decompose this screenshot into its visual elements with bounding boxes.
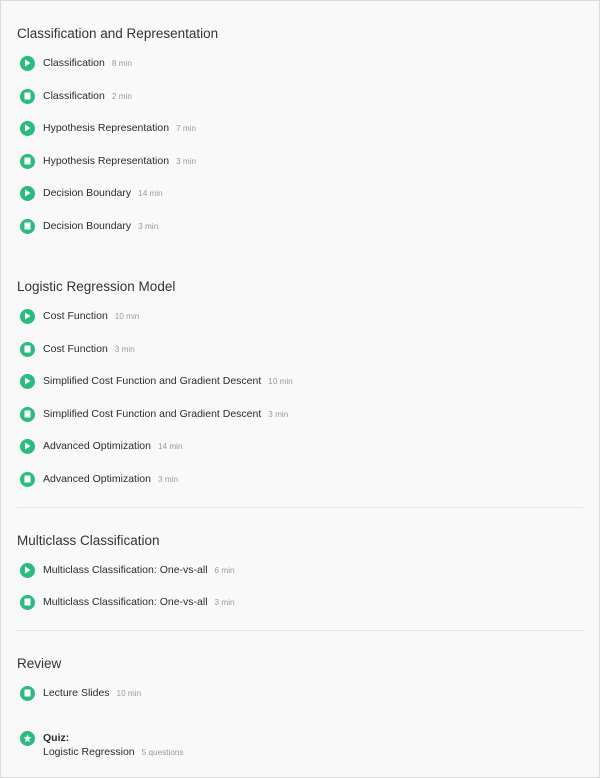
reading-icon xyxy=(20,471,35,487)
lesson-duration: 14 min xyxy=(138,188,163,198)
lesson-duration: 3 min xyxy=(176,156,197,166)
lesson-label: Cost Function xyxy=(43,343,108,355)
lesson-label: Classification xyxy=(43,57,105,69)
section-title: Review xyxy=(17,656,62,671)
reading-icon xyxy=(20,685,35,701)
reading-icon xyxy=(20,406,35,422)
play-icon xyxy=(20,562,35,578)
quiz-item[interactable]: Quiz: Logistic Regression 5 questions xyxy=(17,729,317,763)
lesson-item-video[interactable]: Classification 8 min xyxy=(17,53,583,73)
lesson-duration: 14 min xyxy=(157,441,183,451)
lesson-item-video[interactable]: Advanced Optimization 14 min xyxy=(17,436,583,456)
quiz-label: Logistic Regression xyxy=(43,746,135,758)
lesson-label: Multiclass Classification: One-vs-all xyxy=(43,564,208,576)
lesson-item-reading[interactable]: Lecture Slides 10 min xyxy=(17,683,583,703)
lesson-label: Hypothesis Representation xyxy=(43,122,170,134)
reading-icon xyxy=(20,594,35,610)
lesson-label: Simplified Cost Function and Gradient De… xyxy=(43,408,262,420)
lesson-item-video[interactable]: Simplified Cost Function and Gradient De… xyxy=(17,371,583,391)
section-divider xyxy=(17,507,583,508)
play-icon xyxy=(20,185,35,201)
section-divider xyxy=(17,630,583,631)
lesson-item-reading[interactable]: Decision Boundary 3 min xyxy=(17,216,583,236)
lesson-duration: 3 min xyxy=(157,474,179,484)
lesson-item-video[interactable]: Hypothesis Representation 7 min xyxy=(17,118,583,138)
lesson-label: Classification xyxy=(43,90,105,102)
lesson-duration: 3 min xyxy=(214,597,235,607)
lesson-duration: 3 min xyxy=(138,221,159,231)
lesson-label: Decision Boundary xyxy=(43,187,132,199)
reading-icon xyxy=(20,88,35,104)
week-content-panel: Classification and Representation Classi… xyxy=(0,0,600,778)
lesson-item-reading[interactable]: Classification 2 min xyxy=(17,86,583,106)
quiz-details: Logistic Regression 5 questions xyxy=(43,746,184,758)
lesson-label: Advanced Optimization xyxy=(43,440,151,452)
lesson-label: Lecture Slides xyxy=(43,687,110,699)
quiz-heading: Quiz: xyxy=(43,732,70,744)
lesson-label: Hypothesis Representation xyxy=(43,155,170,167)
lesson-duration: 10 min xyxy=(268,376,293,386)
reading-icon xyxy=(20,153,35,169)
lesson-item-video[interactable]: Cost Function 10 min xyxy=(17,306,583,326)
lesson-duration: 10 min xyxy=(114,311,140,321)
lesson-label: Simplified Cost Function and Gradient De… xyxy=(43,375,262,387)
play-icon xyxy=(20,308,35,324)
lesson-item-reading[interactable]: Cost Function 3 min xyxy=(17,339,583,359)
lesson-duration: 7 min xyxy=(176,123,197,133)
play-icon xyxy=(20,373,35,389)
lesson-label: Advanced Optimization xyxy=(43,473,151,485)
play-icon xyxy=(20,55,35,71)
lesson-item-video[interactable]: Decision Boundary 14 min xyxy=(17,183,583,203)
quiz-question-count: 5 questions xyxy=(141,747,184,757)
lesson-label: Decision Boundary xyxy=(43,220,132,232)
lesson-duration: 3 min xyxy=(114,344,135,354)
lesson-duration: 6 min xyxy=(214,565,235,575)
lesson-item-reading[interactable]: Multiclass Classification: One-vs-all 3 … xyxy=(17,592,583,612)
play-icon xyxy=(20,120,35,136)
lesson-duration: 3 min xyxy=(268,409,289,419)
reading-icon xyxy=(20,218,35,234)
lesson-duration: 2 min xyxy=(111,91,132,101)
section-title: Logistic Regression Model xyxy=(17,279,176,294)
lesson-item-reading[interactable]: Advanced Optimization 3 min xyxy=(17,469,583,489)
lesson-item-video[interactable]: Multiclass Classification: One-vs-all 6 … xyxy=(17,560,583,580)
lesson-label: Multiclass Classification: One-vs-all xyxy=(43,596,208,608)
section-title: Classification and Representation xyxy=(17,26,219,41)
lesson-item-reading[interactable]: Hypothesis Representation 3 min xyxy=(17,151,583,171)
play-icon xyxy=(20,438,35,454)
lesson-label: Cost Function xyxy=(43,310,108,322)
reading-icon xyxy=(20,341,35,357)
lesson-item-reading[interactable]: Simplified Cost Function and Gradient De… xyxy=(17,404,583,424)
star-icon xyxy=(20,731,35,746)
lesson-duration: 8 min xyxy=(111,58,132,68)
section-title: Multiclass Classification xyxy=(17,533,160,548)
lesson-duration: 10 min xyxy=(116,688,142,698)
